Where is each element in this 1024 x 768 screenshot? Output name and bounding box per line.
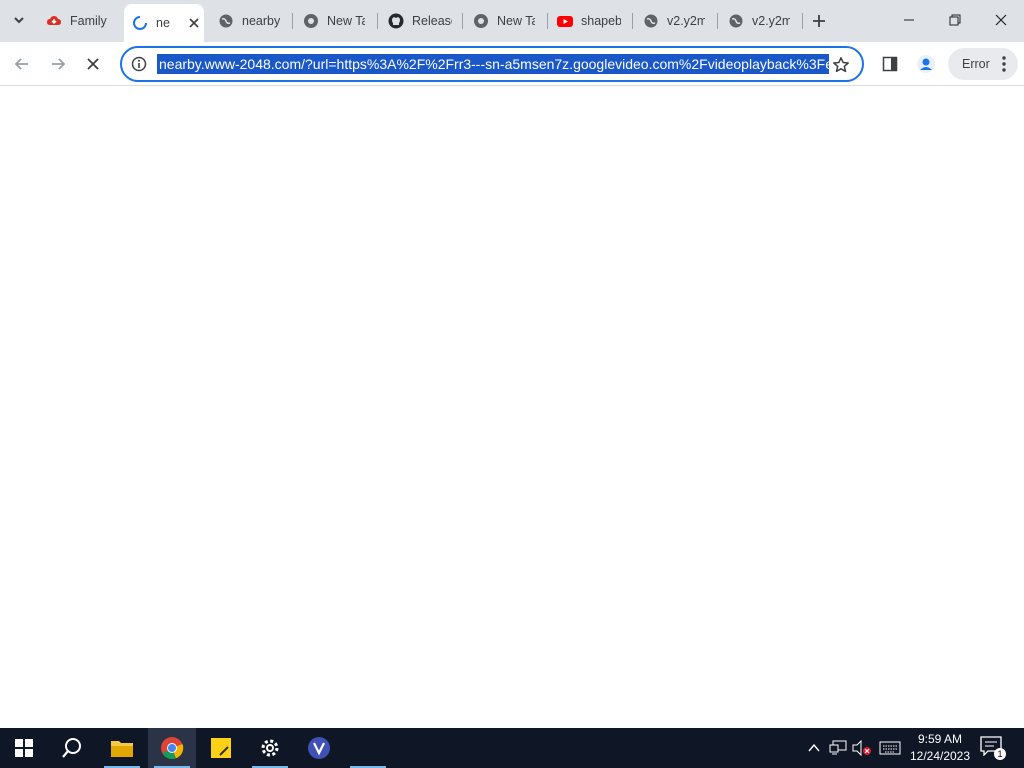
keyboard-icon [879,741,901,755]
notification-count-badge: 1 [994,748,1006,760]
more-vert-icon [1002,56,1006,75]
back-button[interactable] [7,49,37,79]
chevron-down-icon [14,17,24,24]
page-content [0,87,1024,728]
globe-icon [728,13,744,29]
globe-icon [643,13,659,29]
chevron-up-icon [808,743,820,752]
site-info-icon[interactable] [130,55,148,73]
folder-icon [111,741,133,757]
tab-release[interactable]: Release [388,6,452,36]
restore-button[interactable] [932,0,978,40]
clock-time: 9:59 AM [917,732,963,746]
clock-date: 12/24/2023 [909,749,971,763]
network-tray-icon[interactable] [828,738,848,758]
tab-title: v2.y2m [752,14,790,28]
volume-tray-icon[interactable] [852,738,872,758]
tab-separator [802,13,803,29]
avatar-icon [917,55,935,73]
close-window-button[interactable] [978,0,1024,40]
action-center-button[interactable]: 1 [980,736,1006,760]
chrome-icon [161,737,184,760]
error-label: Error [962,57,990,71]
side-panel-icon [882,56,898,72]
tab-active[interactable]: ne [124,4,204,42]
loading-spinner-icon [132,15,148,31]
url-text-selected[interactable]: nearby.www-2048.com/?url=https%3A%2F%2Fr… [157,54,829,74]
minimize-button[interactable] [886,0,932,40]
taskbar-running-item[interactable] [344,728,392,768]
forward-button[interactable] [43,49,73,79]
github-icon [388,13,404,29]
error-menu-button[interactable]: Error [948,48,1018,80]
youtube-icon [557,13,573,29]
stop-icon [87,58,99,70]
restore-icon [949,14,961,26]
network-icon [829,740,847,755]
tab-separator [632,13,633,29]
search-icon [62,738,81,758]
minimize-icon [904,19,914,21]
tab-nearby[interactable]: nearby [218,6,280,36]
tab-title: ne [156,16,170,30]
tab-title: Family [70,14,107,28]
sticky-notes-icon [211,738,231,758]
tab-title: v2.y2m [667,14,705,28]
chrome-icon [473,13,489,29]
tab-v2-y2mate[interactable]: v2.y2m [728,6,790,36]
new-tab-button[interactable] [807,9,831,33]
start-button[interactable] [0,728,48,768]
tab-title: Release [412,14,452,28]
bookmark-star-icon[interactable] [830,54,852,76]
tab-separator [547,13,548,29]
windows-taskbar: 9:59 AM 12/24/2023 1 [0,728,1024,768]
tab-search-button[interactable] [6,8,32,32]
globe-icon [218,13,234,29]
sticky-notes-taskbar-button[interactable] [197,728,245,768]
vpn-app-taskbar-button[interactable] [295,728,343,768]
v-app-icon [308,737,330,759]
forward-arrow-icon [52,58,66,70]
tab-separator [377,13,378,29]
tab-title: nearby [242,14,280,28]
tab-new-tab[interactable]: New Ta [303,6,365,36]
tab-title: shapeb [581,14,621,28]
browser-toolbar: nearby.www-2048.com/?url=https%3A%2F%2Fr… [0,42,1024,86]
chrome-taskbar-button[interactable] [148,728,196,768]
side-panel-button[interactable] [875,49,905,79]
keyboard-tray-icon[interactable] [878,738,902,758]
tab-shapeb[interactable]: shapeb [557,6,621,36]
show-hidden-icons-button[interactable] [804,738,824,758]
file-explorer-taskbar-button[interactable] [98,728,146,768]
tab-title: New Ta [497,14,535,28]
tab-v2-y2mate[interactable]: v2.y2m [643,6,705,36]
chrome-icon [303,13,319,29]
settings-taskbar-button[interactable] [246,728,294,768]
close-tab-icon[interactable] [186,15,202,31]
tab-separator [292,13,293,29]
tab-strip: Family ne nearby New Ta Release [0,0,1024,42]
profile-button[interactable] [911,49,941,79]
gear-icon [261,739,279,757]
tab-separator [462,13,463,29]
windows-logo-icon [15,739,33,757]
taskbar-clock[interactable]: 9:59 AM 12/24/2023 [904,731,976,765]
tab-title: New Ta [327,14,365,28]
plus-icon [813,15,825,27]
tab-family[interactable]: Family [46,6,122,36]
volume-muted-icon [852,740,871,756]
stop-loading-button[interactable] [78,49,108,79]
address-bar[interactable]: nearby.www-2048.com/?url=https%3A%2F%2Fr… [120,46,864,82]
tab-separator [717,13,718,29]
tab-new-tab[interactable]: New Ta [473,6,535,36]
close-icon [995,14,1007,26]
search-button[interactable] [48,728,96,768]
red-cloud-icon [46,13,62,29]
back-arrow-icon [14,58,28,70]
